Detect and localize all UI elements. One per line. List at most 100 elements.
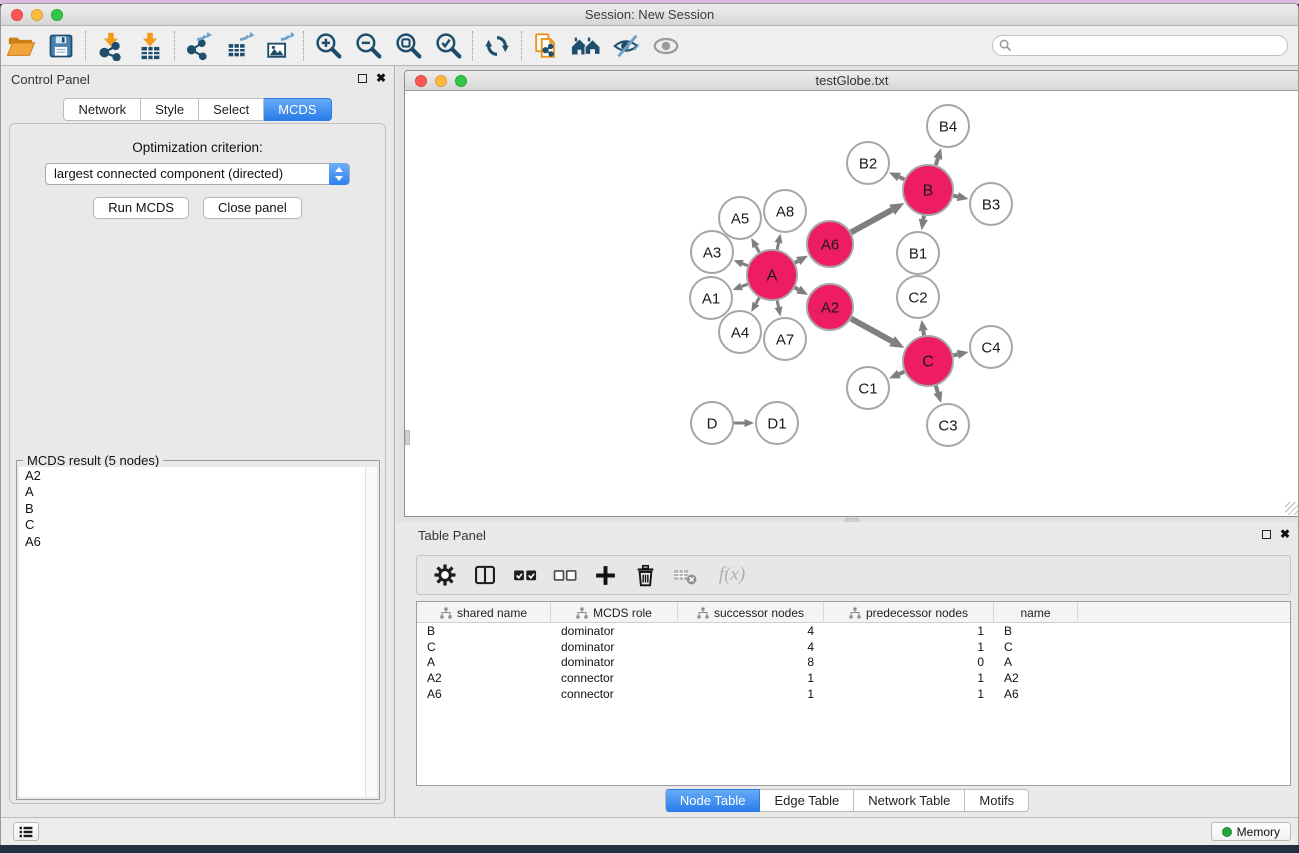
graph-edge[interactable] [933, 386, 942, 403]
import-table-button[interactable] [130, 29, 170, 63]
graph-node-B3[interactable]: B3 [970, 183, 1012, 225]
graph-node-A8[interactable]: A8 [764, 190, 806, 232]
column-header-name[interactable]: name [994, 602, 1078, 623]
zoom-out-button[interactable] [348, 29, 388, 63]
import-network-button[interactable] [90, 29, 130, 63]
refresh-button[interactable] [477, 29, 517, 63]
network-window-titlebar[interactable]: testGlobe.txt [405, 71, 1299, 91]
table-row[interactable]: A2connector11A2 [417, 670, 1290, 686]
close-panel-icon[interactable]: ✖ [1280, 529, 1290, 539]
graph-node-A5[interactable]: A5 [719, 197, 761, 239]
float-panel-icon[interactable] [358, 74, 367, 83]
graph-edge[interactable] [751, 298, 759, 312]
deselect-all-button[interactable] [549, 559, 581, 591]
delete-columns-button[interactable] [629, 559, 661, 591]
run-mcds-button[interactable]: Run MCDS [93, 197, 189, 219]
search-input[interactable] [992, 35, 1288, 56]
delete-table-button[interactable] [669, 559, 701, 591]
table-settings-button[interactable] [429, 559, 461, 591]
table-row[interactable]: Adominator80A [417, 655, 1290, 671]
zoom-fit-button[interactable] [388, 29, 428, 63]
export-image-button[interactable] [259, 29, 299, 63]
graph-edge[interactable] [889, 370, 904, 379]
graph-node-A4[interactable]: A4 [719, 311, 761, 353]
graph-node-D[interactable]: D [691, 402, 733, 444]
function-builder-button[interactable]: f(x) [709, 559, 755, 591]
graph-edge[interactable] [795, 286, 808, 295]
tab-node-table[interactable]: Node Table [665, 789, 761, 812]
graph-edge[interactable] [751, 238, 759, 252]
graph-edge[interactable] [919, 216, 928, 231]
hide-graphics-details-button[interactable] [606, 29, 646, 63]
tab-network[interactable]: Network [63, 98, 141, 121]
save-session-button[interactable] [41, 29, 81, 63]
graph-node-B1[interactable]: B1 [897, 232, 939, 274]
result-list-item[interactable]: C [19, 517, 365, 534]
graph-edge[interactable] [733, 260, 747, 267]
result-list-item[interactable]: A6 [19, 533, 365, 550]
new-network-button[interactable] [526, 29, 566, 63]
column-header-successor-nodes[interactable]: successor nodes [678, 602, 824, 623]
graph-node-D1[interactable]: D1 [756, 402, 798, 444]
mcds-result-list[interactable]: A2ABCA6 [19, 467, 365, 797]
graph-node-C3[interactable]: C3 [927, 404, 969, 446]
show-graphics-details-button[interactable] [646, 29, 686, 63]
graph-node-A2[interactable]: A2 [807, 284, 853, 330]
graph-edge[interactable] [775, 234, 783, 250]
tab-edge-table[interactable]: Edge Table [760, 789, 854, 812]
graph-node-A6[interactable]: A6 [807, 221, 853, 267]
graph-edge[interactable] [734, 419, 754, 427]
float-panel-icon[interactable] [1262, 530, 1271, 539]
network-graph[interactable]: B4B2BB3A8A5A6A3B1AA1C2A2A4A7C4CC1C3DD1 [405, 92, 1299, 516]
network-canvas[interactable]: B4B2BB3A8A5A6A3B1AA1C2A2A4A7C4CC1C3DD1 [405, 92, 1299, 516]
graph-node-A1[interactable]: A1 [690, 277, 732, 319]
zoom-selected-button[interactable] [428, 29, 468, 63]
result-list-item[interactable]: A [19, 484, 365, 501]
graph-edge[interactable] [851, 203, 904, 232]
close-panel-button[interactable]: Close panel [203, 197, 302, 219]
criterion-select[interactable]: largest connected component (directed) [45, 163, 350, 185]
result-list-item[interactable]: A2 [19, 467, 365, 484]
graph-edge[interactable] [919, 320, 928, 336]
table-row[interactable]: Bdominator41B [417, 623, 1290, 639]
close-panel-icon[interactable]: ✖ [376, 73, 386, 83]
graph-node-A7[interactable]: A7 [764, 318, 806, 360]
graph-edge[interactable] [851, 319, 904, 348]
graph-node-C2[interactable]: C2 [897, 276, 939, 318]
canvas-vscroll-thumb[interactable] [405, 430, 410, 445]
window-resize-grip[interactable] [1285, 502, 1298, 515]
export-table-button[interactable] [219, 29, 259, 63]
open-session-button[interactable] [1, 29, 41, 63]
tab-mcds[interactable]: MCDS [264, 98, 331, 121]
graph-node-B2[interactable]: B2 [847, 142, 889, 184]
graph-edge[interactable] [795, 256, 808, 265]
graph-edge[interactable] [889, 172, 904, 181]
tab-network-table[interactable]: Network Table [854, 789, 965, 812]
graph-node-B4[interactable]: B4 [927, 105, 969, 147]
table-row[interactable]: A6connector11A6 [417, 686, 1290, 702]
result-list-item[interactable]: B [19, 500, 365, 517]
result-scrollbar[interactable] [365, 467, 377, 797]
tab-motifs[interactable]: Motifs [965, 789, 1029, 812]
graph-edge[interactable] [775, 300, 783, 316]
tab-select[interactable]: Select [199, 98, 264, 121]
column-header-MCDS-role[interactable]: MCDS role [551, 602, 678, 623]
table-row[interactable]: Cdominator41C [417, 639, 1290, 655]
graph-node-C4[interactable]: C4 [970, 326, 1012, 368]
zoom-in-button[interactable] [308, 29, 348, 63]
task-history-button[interactable] [13, 822, 39, 841]
select-all-button[interactable] [509, 559, 541, 591]
graph-node-C[interactable]: C [903, 336, 953, 386]
graph-node-A3[interactable]: A3 [691, 231, 733, 273]
column-header-predecessor-nodes[interactable]: predecessor nodes [824, 602, 994, 623]
tab-style[interactable]: Style [141, 98, 199, 121]
graph-edge[interactable] [953, 192, 968, 201]
column-header-shared-name[interactable]: shared name [417, 602, 551, 623]
home-view-button[interactable] [566, 29, 606, 63]
graph-edge[interactable] [953, 350, 968, 359]
add-column-button[interactable] [589, 559, 621, 591]
graph-edge[interactable] [933, 148, 942, 165]
split-panel-button[interactable] [469, 559, 501, 591]
graph-node-B[interactable]: B [903, 165, 953, 215]
memory-button[interactable]: Memory [1211, 822, 1291, 841]
